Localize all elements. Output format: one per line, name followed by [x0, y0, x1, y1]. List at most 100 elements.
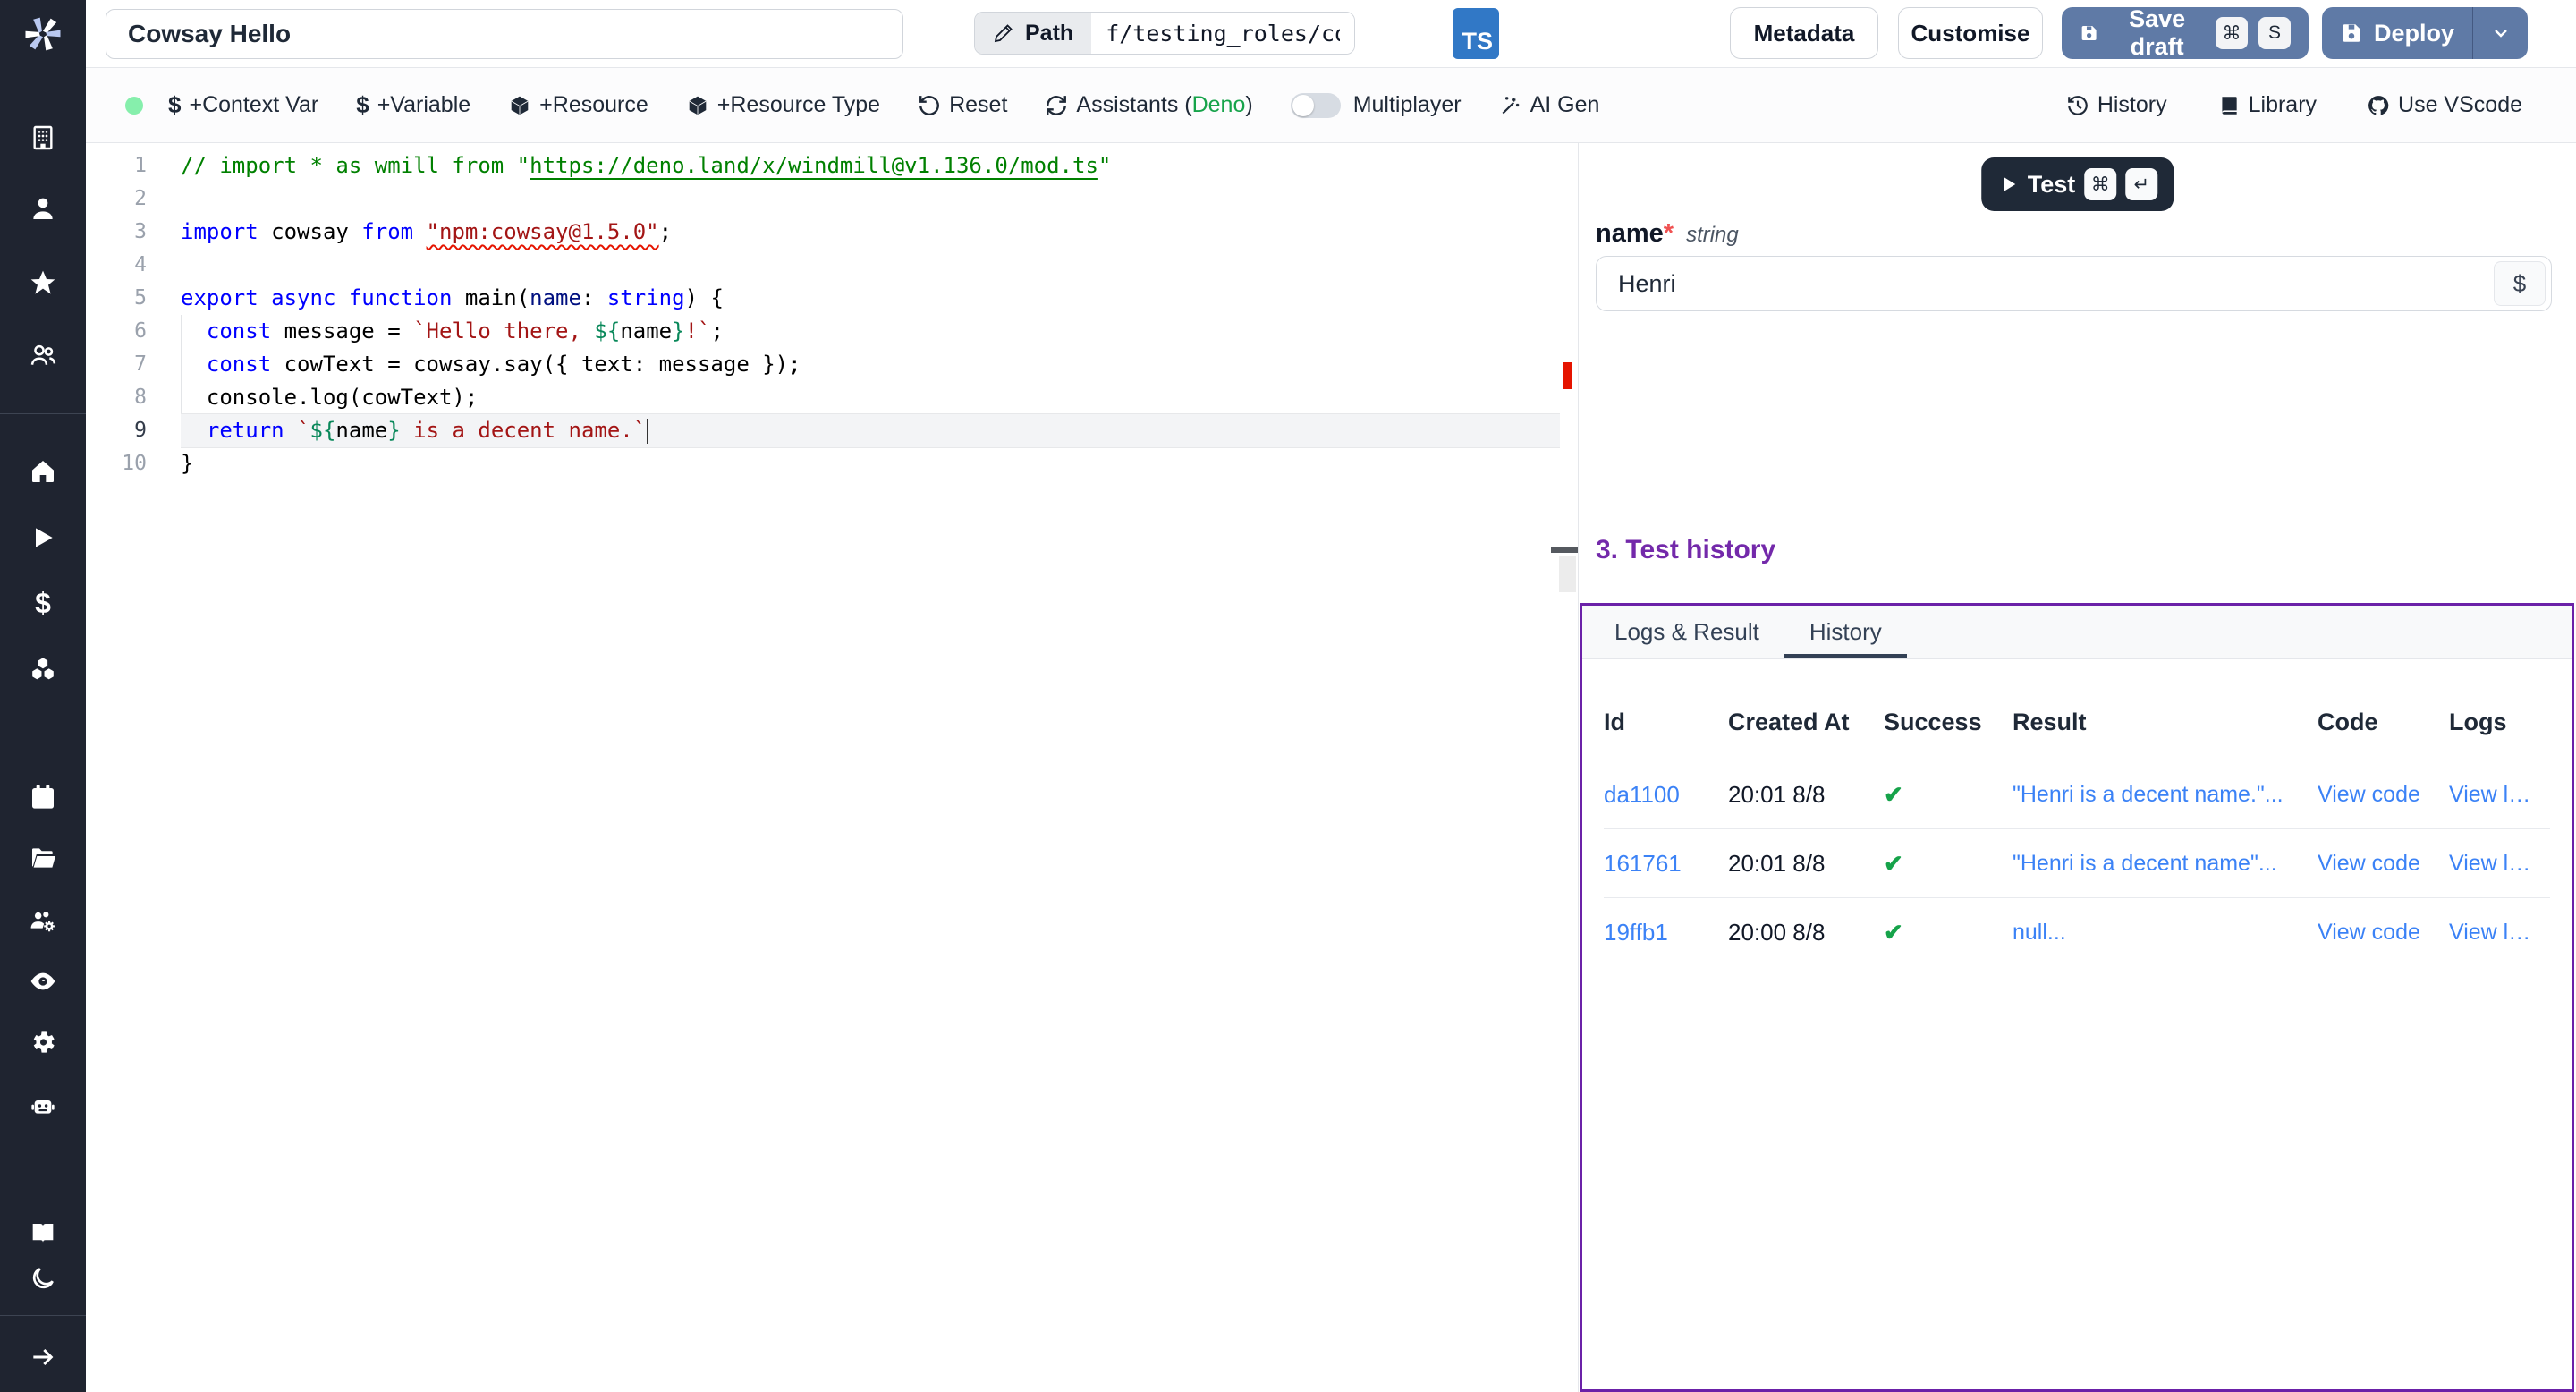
path-label: Path: [1025, 21, 1073, 47]
windmill-script-editor: $: [0, 0, 2576, 1392]
favorites-star-icon[interactable]: [27, 267, 59, 299]
insert-variable-button[interactable]: $: [2494, 261, 2546, 306]
editor-toolbar: $ +Context Var $ +Variable +Resource +Re…: [86, 68, 2576, 143]
dollar-icon: $: [168, 91, 181, 119]
sidebar: $: [0, 0, 86, 1392]
save-draft-label: Save draft: [2109, 5, 2205, 61]
robot-icon[interactable]: [27, 1090, 59, 1122]
chevron-down-icon: [2490, 22, 2512, 44]
result-link[interactable]: null...: [2012, 920, 2318, 946]
code-line[interactable]: export async function main(name: string)…: [181, 282, 1560, 315]
test-button[interactable]: Test ⌘ ↵: [1981, 157, 2174, 211]
library-button[interactable]: Library: [2217, 92, 2317, 118]
add-variable-button[interactable]: $ +Variable: [356, 91, 470, 119]
scrollbar-slider[interactable]: [1559, 556, 1576, 592]
overview-ruler[interactable]: [1558, 143, 1578, 1392]
view-code-link[interactable]: View code: [2318, 851, 2449, 877]
line-number: 2: [106, 182, 147, 216]
code-lines: // import * as wmill from "https://deno.…: [181, 149, 1560, 480]
result-link[interactable]: "Henri is a decent name."...: [2012, 782, 2318, 808]
history-col: Code: [2318, 709, 2449, 736]
docs-book-icon[interactable]: [27, 1217, 59, 1249]
path-input[interactable]: [1091, 13, 1354, 54]
view-logs-link[interactable]: View logs: [2449, 851, 2550, 877]
tab-history[interactable]: History: [1784, 606, 1907, 658]
code-line[interactable]: // import * as wmill from "https://deno.…: [181, 149, 1560, 182]
history-table: IdCreated AtSuccessResultCodeLogs da1100…: [1582, 659, 2572, 966]
view-logs-link[interactable]: View logs: [2449, 920, 2550, 946]
line-number: 7: [106, 348, 147, 381]
typescript-badge: TS: [1453, 8, 1499, 59]
workers-group-gear-icon[interactable]: [27, 904, 59, 937]
runs-play-icon[interactable]: [27, 522, 59, 554]
run-id-link[interactable]: 19ffb1: [1604, 919, 1728, 946]
customise-button[interactable]: Customise: [1898, 7, 2043, 59]
success-check-icon: ✔: [1884, 781, 2012, 809]
name-arg-input[interactable]: [1597, 270, 2494, 298]
use-vscode-button[interactable]: Use VScode: [2367, 92, 2522, 118]
history-col: Success: [1884, 709, 2012, 736]
history-button[interactable]: History: [2066, 92, 2167, 118]
topbar: Path TS Metadata Customise Save draft ⌘ …: [86, 0, 2576, 68]
add-resource-button[interactable]: +Resource: [508, 92, 648, 118]
history-clock-icon: [2066, 94, 2089, 117]
windmill-logo[interactable]: [20, 11, 66, 57]
audit-eye-icon[interactable]: [27, 965, 59, 997]
view-code-link[interactable]: View code: [2318, 920, 2449, 946]
history-col: Result: [2012, 709, 2318, 736]
history-header: IdCreated AtSuccessResultCodeLogs: [1604, 704, 2550, 740]
run-id-link[interactable]: da1100: [1604, 781, 1728, 809]
view-code-link[interactable]: View code: [2318, 782, 2449, 808]
save-draft-button[interactable]: Save draft ⌘ S: [2062, 7, 2309, 59]
line-number: 10: [106, 447, 147, 480]
line-number: 9: [106, 414, 147, 447]
workspace-building-icon[interactable]: [27, 122, 59, 154]
result-link[interactable]: "Henri is a decent name"...: [2012, 851, 2318, 877]
multiplayer-toggle[interactable]: [1291, 93, 1341, 118]
code-line[interactable]: import cowsay from "npm:cowsay@1.5.0";: [181, 216, 1560, 249]
test-label: Test: [2028, 171, 2076, 199]
home-icon[interactable]: [27, 455, 59, 488]
reset-button[interactable]: Reset: [918, 92, 1007, 118]
script-name-input[interactable]: [106, 9, 903, 59]
deploy-dropdown-button[interactable]: [2472, 7, 2528, 59]
toggle-knob: [1292, 95, 1314, 116]
groups-icon[interactable]: [27, 339, 59, 371]
arg-input-row: $: [1596, 256, 2552, 311]
history-rows: da110020:01 8/8✔"Henri is a decent name.…: [1604, 760, 2550, 966]
assistants-button[interactable]: Assistants (Deno): [1045, 92, 1252, 118]
variables-dollar-icon[interactable]: $: [27, 587, 59, 619]
tab-logs-result[interactable]: Logs & Result: [1589, 606, 1784, 658]
metadata-button[interactable]: Metadata: [1730, 7, 1878, 59]
assistants-language: Deno: [1192, 92, 1246, 117]
code-line[interactable]: }: [181, 447, 1560, 480]
run-id-link[interactable]: 161761: [1604, 850, 1728, 878]
history-col: Id: [1604, 709, 1728, 736]
resources-cubes-icon[interactable]: [27, 653, 59, 685]
edit-path-button[interactable]: Path: [975, 13, 1091, 54]
test-history-title: 3. Test history: [1596, 535, 1775, 565]
code-line[interactable]: const cowText = cowsay.say({ text: messa…: [181, 348, 1560, 381]
user-icon[interactable]: [27, 192, 59, 225]
add-context-var-button[interactable]: $ +Context Var: [168, 91, 318, 119]
view-logs-link[interactable]: View logs: [2449, 782, 2550, 808]
dark-mode-moon-icon[interactable]: [27, 1262, 59, 1294]
success-check-icon: ✔: [1884, 919, 2012, 946]
add-resource-type-button[interactable]: +Resource Type: [686, 92, 880, 118]
schedules-calendar-icon[interactable]: [27, 781, 59, 813]
line-number: 5: [106, 282, 147, 315]
folders-icon[interactable]: [27, 842, 59, 874]
created-at: 20:00 8/8: [1728, 919, 1884, 946]
line-number: 8: [106, 381, 147, 414]
code-line[interactable]: return `${name} is a decent name.`: [181, 414, 1560, 447]
expand-sidebar-arrow-icon[interactable]: [27, 1341, 59, 1373]
code-editor[interactable]: 12345678910 // import * as wmill from "h…: [86, 143, 1578, 1392]
kbd-enter: ↵: [2125, 168, 2157, 200]
settings-gear-icon[interactable]: [27, 1026, 59, 1058]
code-line[interactable]: const message = `Hello there, ${name}!`;: [181, 315, 1560, 348]
code-line[interactable]: [181, 249, 1560, 282]
ai-gen-button[interactable]: AI Gen: [1499, 92, 1600, 118]
deploy-button[interactable]: Deploy: [2322, 7, 2472, 59]
code-line[interactable]: console.log(cowText);: [181, 381, 1560, 414]
code-line[interactable]: [181, 182, 1560, 216]
